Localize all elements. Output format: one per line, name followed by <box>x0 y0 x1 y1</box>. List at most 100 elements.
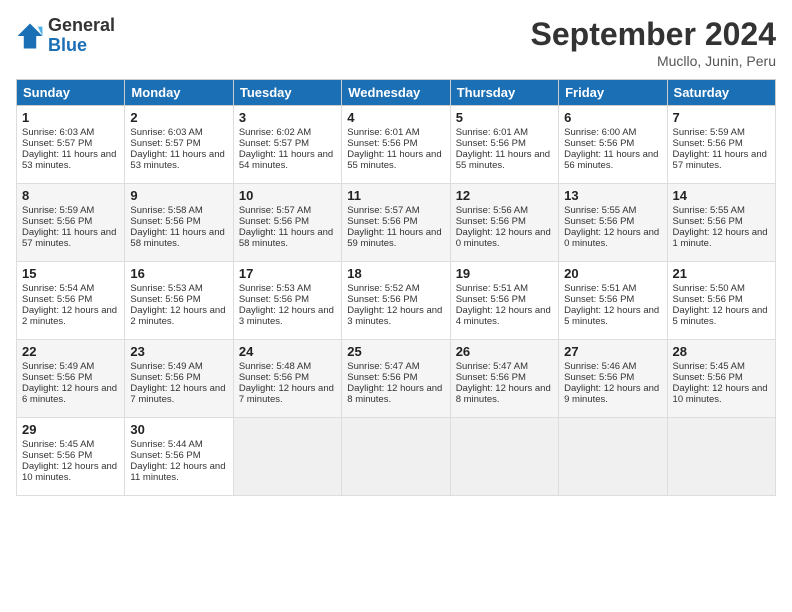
sunrise: Sunrise: 5:46 AM <box>564 361 636 372</box>
daylight: Daylight: 12 hours and 7 minutes. <box>239 383 334 405</box>
month-title: September 2024 <box>531 16 776 53</box>
day-number: 26 <box>456 344 553 359</box>
table-row: 12Sunrise: 5:56 AMSunset: 5:56 PMDayligh… <box>450 184 558 262</box>
table-row: 21Sunrise: 5:50 AMSunset: 5:56 PMDayligh… <box>667 262 775 340</box>
day-number: 29 <box>22 422 119 437</box>
daylight: Daylight: 12 hours and 3 minutes. <box>239 305 334 327</box>
daylight: Daylight: 11 hours and 56 minutes. <box>564 149 658 171</box>
day-number: 22 <box>22 344 119 359</box>
calendar-week-row: 1Sunrise: 6:03 AMSunset: 5:57 PMDaylight… <box>17 106 776 184</box>
sunset: Sunset: 5:56 PM <box>347 216 417 227</box>
table-row: 15Sunrise: 5:54 AMSunset: 5:56 PMDayligh… <box>17 262 125 340</box>
daylight: Daylight: 12 hours and 0 minutes. <box>456 227 551 249</box>
table-row: 27Sunrise: 5:46 AMSunset: 5:56 PMDayligh… <box>559 340 667 418</box>
daylight: Daylight: 11 hours and 58 minutes. <box>130 227 224 249</box>
table-row: 11Sunrise: 5:57 AMSunset: 5:56 PMDayligh… <box>342 184 450 262</box>
table-row: 13Sunrise: 5:55 AMSunset: 5:56 PMDayligh… <box>559 184 667 262</box>
sunrise: Sunrise: 6:00 AM <box>564 127 636 138</box>
sunset: Sunset: 5:56 PM <box>22 450 92 461</box>
sunset: Sunset: 5:56 PM <box>456 138 526 149</box>
daylight: Daylight: 11 hours and 57 minutes. <box>673 149 767 171</box>
daylight: Daylight: 11 hours and 55 minutes. <box>347 149 441 171</box>
day-number: 15 <box>22 266 119 281</box>
daylight: Daylight: 12 hours and 11 minutes. <box>130 461 225 483</box>
sunrise: Sunrise: 5:55 AM <box>673 205 745 216</box>
table-row <box>559 418 667 496</box>
daylight: Daylight: 12 hours and 2 minutes. <box>130 305 225 327</box>
sunrise: Sunrise: 5:45 AM <box>673 361 745 372</box>
daylight: Daylight: 11 hours and 53 minutes. <box>22 149 116 171</box>
day-number: 8 <box>22 188 119 203</box>
col-thursday: Thursday <box>450 80 558 106</box>
sunset: Sunset: 5:56 PM <box>673 294 743 305</box>
table-row <box>667 418 775 496</box>
col-friday: Friday <box>559 80 667 106</box>
day-number: 30 <box>130 422 227 437</box>
calendar-header-row: Sunday Monday Tuesday Wednesday Thursday… <box>17 80 776 106</box>
day-number: 4 <box>347 110 444 125</box>
day-number: 21 <box>673 266 770 281</box>
sunrise: Sunrise: 5:53 AM <box>130 283 202 294</box>
col-monday: Monday <box>125 80 233 106</box>
sunset: Sunset: 5:56 PM <box>456 372 526 383</box>
day-number: 11 <box>347 188 444 203</box>
sunrise: Sunrise: 5:53 AM <box>239 283 311 294</box>
day-number: 9 <box>130 188 227 203</box>
table-row: 4Sunrise: 6:01 AMSunset: 5:56 PMDaylight… <box>342 106 450 184</box>
sunrise: Sunrise: 5:49 AM <box>130 361 202 372</box>
daylight: Daylight: 12 hours and 5 minutes. <box>564 305 659 327</box>
sunset: Sunset: 5:56 PM <box>564 294 634 305</box>
sunset: Sunset: 5:56 PM <box>130 294 200 305</box>
table-row: 10Sunrise: 5:57 AMSunset: 5:56 PMDayligh… <box>233 184 341 262</box>
sunset: Sunset: 5:56 PM <box>564 372 634 383</box>
sunset: Sunset: 5:56 PM <box>564 138 634 149</box>
sunset: Sunset: 5:56 PM <box>22 216 92 227</box>
col-wednesday: Wednesday <box>342 80 450 106</box>
logo-text: General Blue <box>48 16 115 56</box>
calendar-week-row: 22Sunrise: 5:49 AMSunset: 5:56 PMDayligh… <box>17 340 776 418</box>
day-number: 14 <box>673 188 770 203</box>
table-row: 29Sunrise: 5:45 AMSunset: 5:56 PMDayligh… <box>17 418 125 496</box>
day-number: 19 <box>456 266 553 281</box>
title-block: September 2024 Mucllo, Junin, Peru <box>531 16 776 69</box>
daylight: Daylight: 11 hours and 54 minutes. <box>239 149 333 171</box>
day-number: 28 <box>673 344 770 359</box>
day-number: 10 <box>239 188 336 203</box>
sunrise: Sunrise: 5:55 AM <box>564 205 636 216</box>
sunset: Sunset: 5:56 PM <box>239 372 309 383</box>
table-row: 25Sunrise: 5:47 AMSunset: 5:56 PMDayligh… <box>342 340 450 418</box>
table-row: 3Sunrise: 6:02 AMSunset: 5:57 PMDaylight… <box>233 106 341 184</box>
page-header: General Blue September 2024 Mucllo, Juni… <box>16 16 776 69</box>
sunset: Sunset: 5:57 PM <box>22 138 92 149</box>
table-row: 2Sunrise: 6:03 AMSunset: 5:57 PMDaylight… <box>125 106 233 184</box>
sunrise: Sunrise: 6:03 AM <box>22 127 94 138</box>
daylight: Daylight: 12 hours and 9 minutes. <box>564 383 659 405</box>
table-row: 9Sunrise: 5:58 AMSunset: 5:56 PMDaylight… <box>125 184 233 262</box>
sunset: Sunset: 5:56 PM <box>239 294 309 305</box>
sunrise: Sunrise: 5:47 AM <box>456 361 528 372</box>
daylight: Daylight: 12 hours and 3 minutes. <box>347 305 442 327</box>
daylight: Daylight: 12 hours and 4 minutes. <box>456 305 551 327</box>
col-sunday: Sunday <box>17 80 125 106</box>
sunrise: Sunrise: 5:59 AM <box>673 127 745 138</box>
sunset: Sunset: 5:57 PM <box>130 138 200 149</box>
day-number: 23 <box>130 344 227 359</box>
daylight: Daylight: 11 hours and 53 minutes. <box>130 149 224 171</box>
daylight: Daylight: 12 hours and 0 minutes. <box>564 227 659 249</box>
sunrise: Sunrise: 6:01 AM <box>456 127 528 138</box>
day-number: 16 <box>130 266 227 281</box>
sunrise: Sunrise: 6:03 AM <box>130 127 202 138</box>
day-number: 3 <box>239 110 336 125</box>
sunrise: Sunrise: 5:45 AM <box>22 439 94 450</box>
sunset: Sunset: 5:56 PM <box>130 450 200 461</box>
table-row: 5Sunrise: 6:01 AMSunset: 5:56 PMDaylight… <box>450 106 558 184</box>
sunrise: Sunrise: 5:54 AM <box>22 283 94 294</box>
day-number: 17 <box>239 266 336 281</box>
table-row: 18Sunrise: 5:52 AMSunset: 5:56 PMDayligh… <box>342 262 450 340</box>
daylight: Daylight: 12 hours and 8 minutes. <box>347 383 442 405</box>
daylight: Daylight: 12 hours and 5 minutes. <box>673 305 768 327</box>
sunset: Sunset: 5:56 PM <box>347 372 417 383</box>
sunrise: Sunrise: 5:52 AM <box>347 283 419 294</box>
table-row: 30Sunrise: 5:44 AMSunset: 5:56 PMDayligh… <box>125 418 233 496</box>
table-row <box>233 418 341 496</box>
